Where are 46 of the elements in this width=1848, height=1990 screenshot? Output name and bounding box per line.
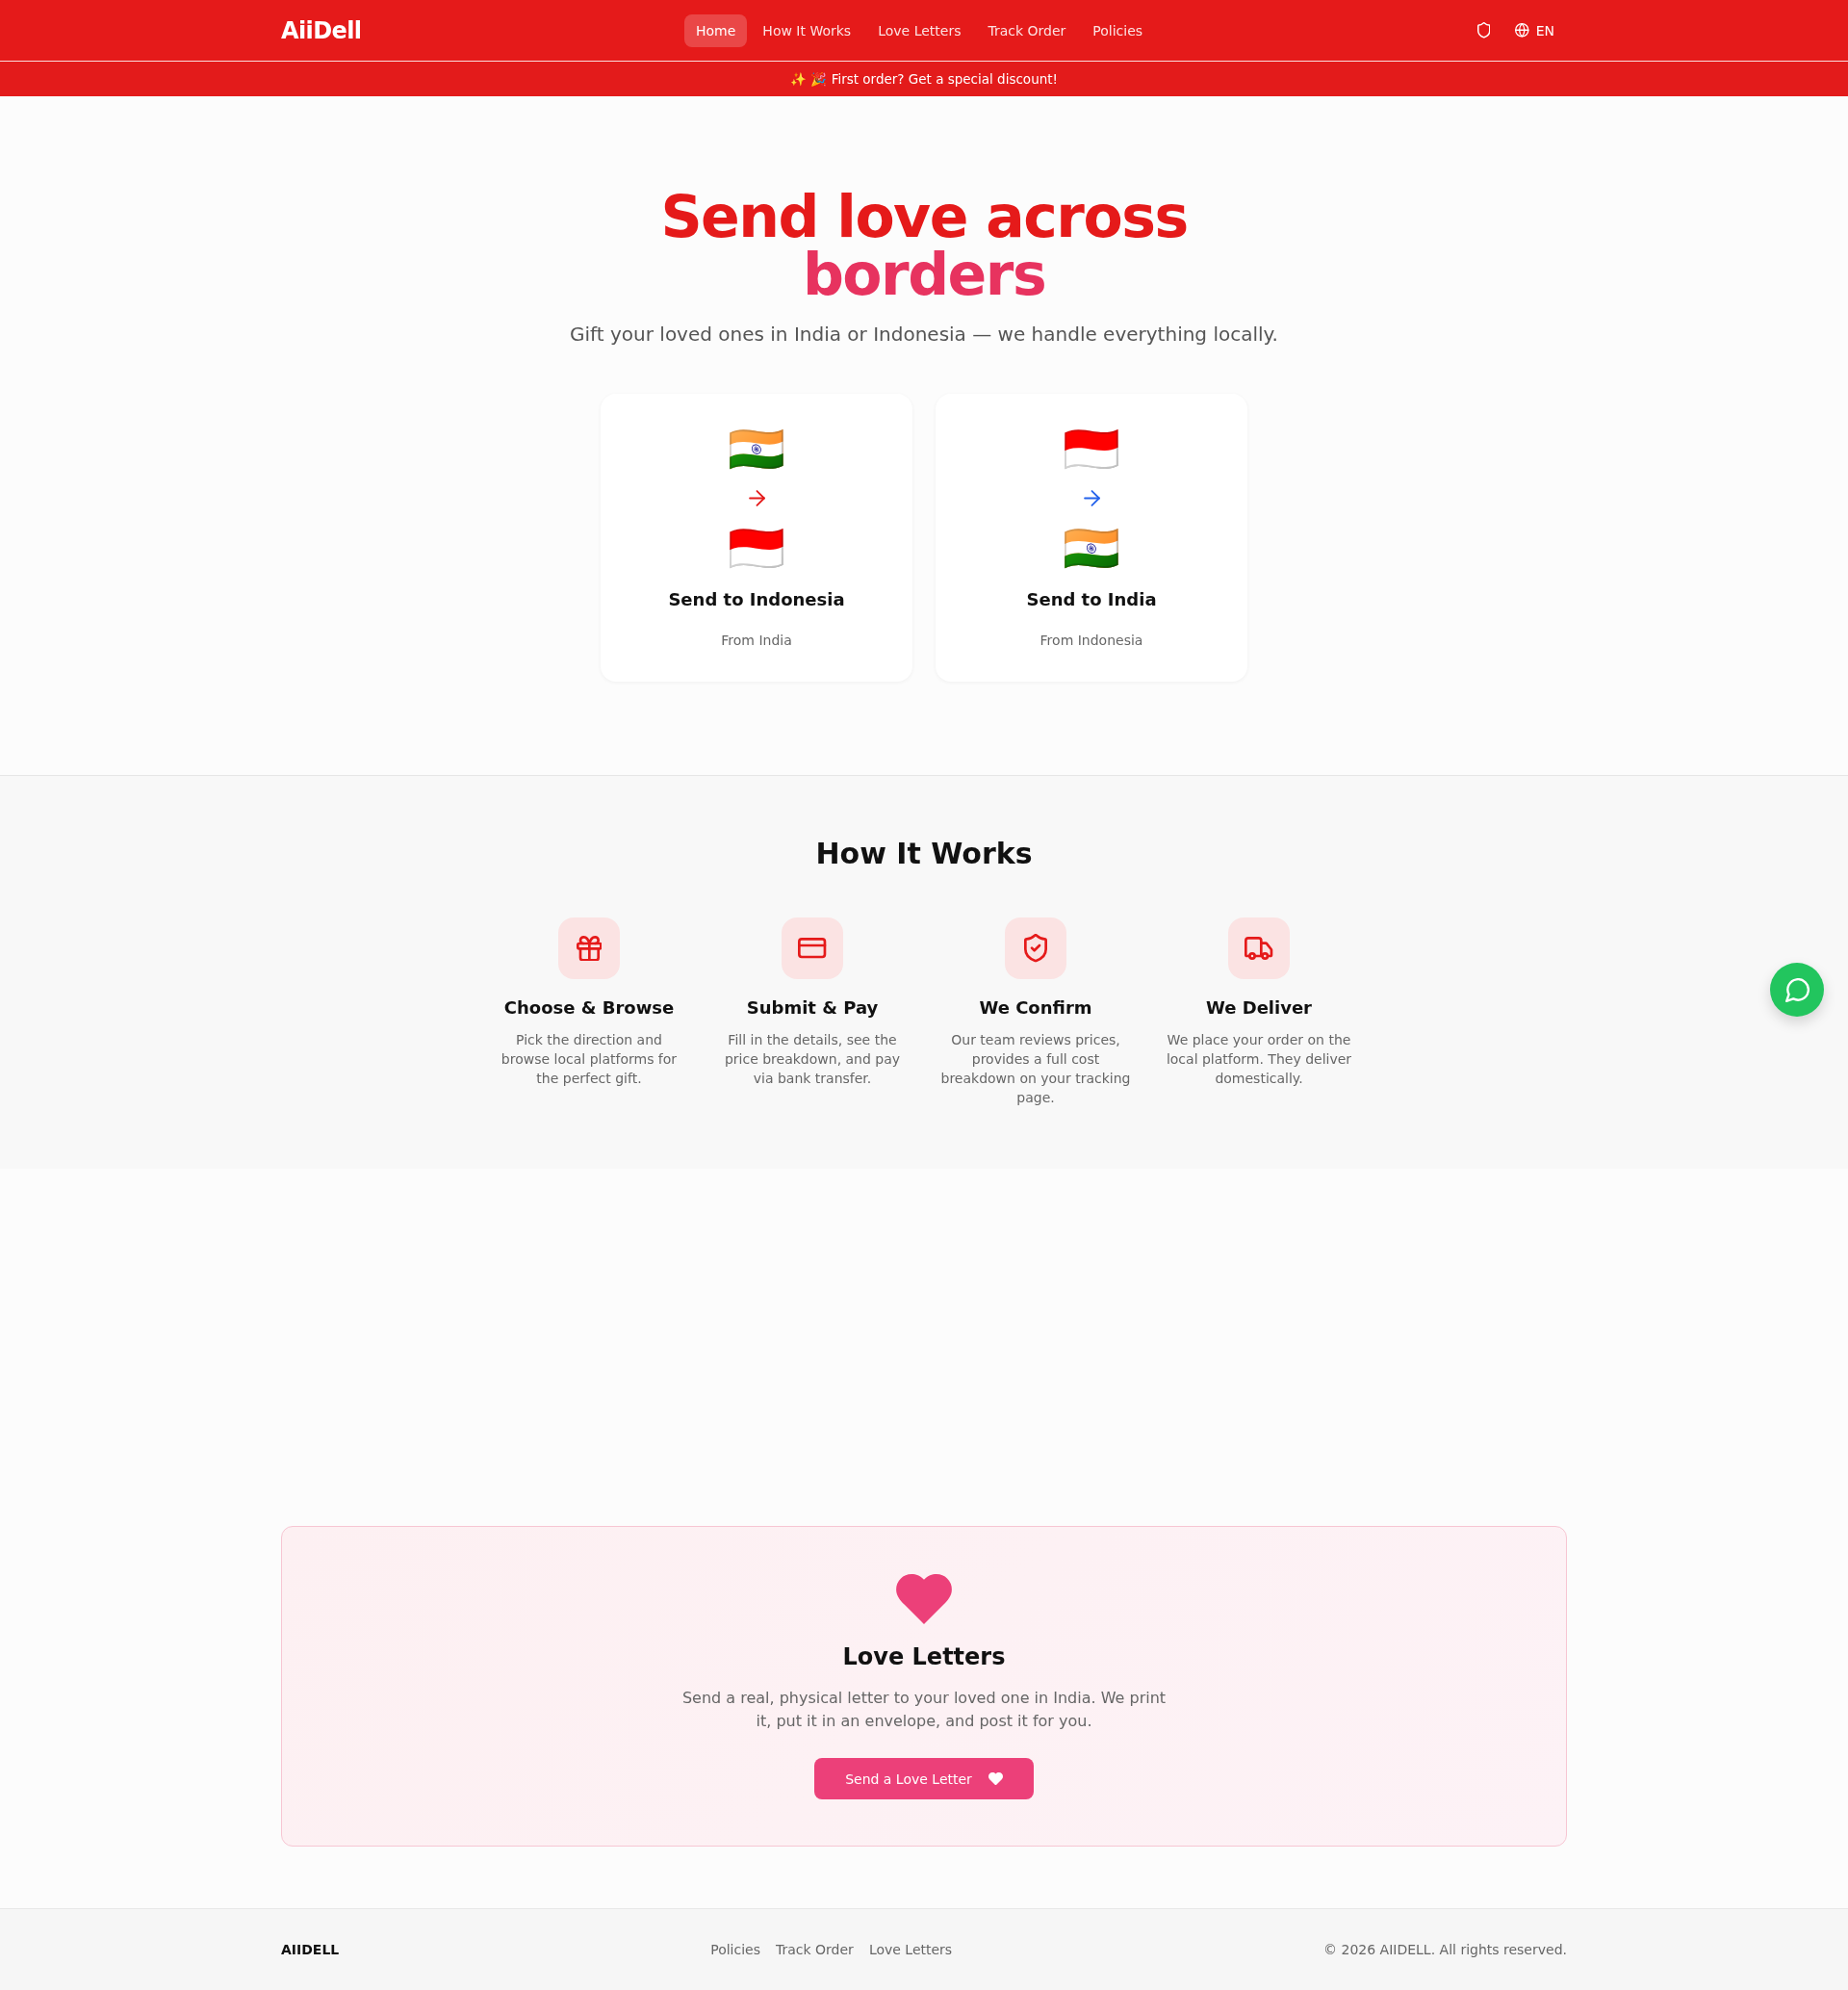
nav-link[interactable]: Track Order: [976, 13, 1078, 47]
flag-emoji: 🇮🇩: [1063, 426, 1120, 472]
step-title: Submit & Pay: [746, 996, 879, 1020]
card-subtitle: From Indonesia: [1040, 632, 1143, 650]
heart-icon: [988, 1771, 1003, 1786]
footer-brand: AIIDELL: [281, 1942, 340, 1957]
gift-icon: [576, 935, 603, 962]
footer-link[interactable]: Track Order: [776, 1942, 854, 1957]
credit-card-icon: [798, 938, 827, 959]
heart-icon: [896, 1574, 952, 1624]
love-letters-title: Love Letters: [842, 1642, 1006, 1672]
logo[interactable]: AiiDell: [281, 15, 362, 45]
nav-link[interactable]: Love Letters: [866, 13, 973, 47]
direction-card[interactable]: 🇮🇩 🇮🇳 Send to India From Indonesia: [936, 394, 1247, 682]
direction-card[interactable]: 🇮🇳 🇮🇩 Send to Indonesia From India: [601, 394, 912, 682]
step-description: Pick the direction and browse local platforms for the perfect gift.: [500, 1031, 679, 1088]
footer-link[interactable]: Policies: [710, 1942, 760, 1957]
step-description: Our team reviews prices, provides a full cost breakdown on your tracking page.: [939, 1031, 1132, 1107]
card-title: Send to Indonesia: [668, 588, 845, 611]
step-description: Fill in the details, see the price breakdown, and pay via bank transfer.: [723, 1031, 902, 1088]
flag-emoji: 🇮🇩: [728, 525, 785, 571]
promo-text: ✨ 🎉 First order? Get a special discount!: [790, 70, 1058, 88]
hero-subtitle: Gift your loved ones in India or Indonesia — we handle everything locally.: [569, 322, 1279, 348]
step-title: Choose & Browse: [503, 996, 675, 1020]
send-love-letter-button[interactable]: Send a Love Letter: [814, 1758, 1034, 1799]
section-title: How It Works: [814, 837, 1034, 871]
footer-link[interactable]: Love Letters: [868, 1942, 953, 1957]
shield-check-icon: [1024, 934, 1047, 963]
nav-link[interactable]: How It Works: [751, 13, 863, 47]
shield-icon[interactable]: [1476, 22, 1491, 39]
love-letters-description: Send a real, physical letter to your loved one in India. We print it, put it in an envelope, and post it for you.: [680, 1688, 1168, 1732]
nav-link[interactable]: Home: [684, 13, 748, 47]
step-title: We Confirm: [979, 996, 1092, 1020]
step-title: We Deliver: [1206, 996, 1312, 1020]
hero-title: Send love across borders: [659, 188, 1189, 303]
chat-bubble-icon: [1784, 977, 1810, 1002]
copyright-text: © 2026 AIIDELL. All rights reserved.: [1323, 1942, 1567, 1957]
language-button[interactable]: EN: [1503, 13, 1567, 47]
flag-emoji: 🇮🇳: [1063, 525, 1120, 571]
card-title: Send to India: [1026, 588, 1157, 611]
truck-icon: [1245, 937, 1273, 960]
card-subtitle: From India: [721, 632, 792, 650]
step-description: We place your order on the local platform. They deliver domestically.: [1165, 1031, 1353, 1088]
nav-link[interactable]: Policies: [1081, 13, 1155, 47]
flag-emoji: 🇮🇳: [728, 426, 785, 472]
globe-icon: [1515, 23, 1529, 38]
